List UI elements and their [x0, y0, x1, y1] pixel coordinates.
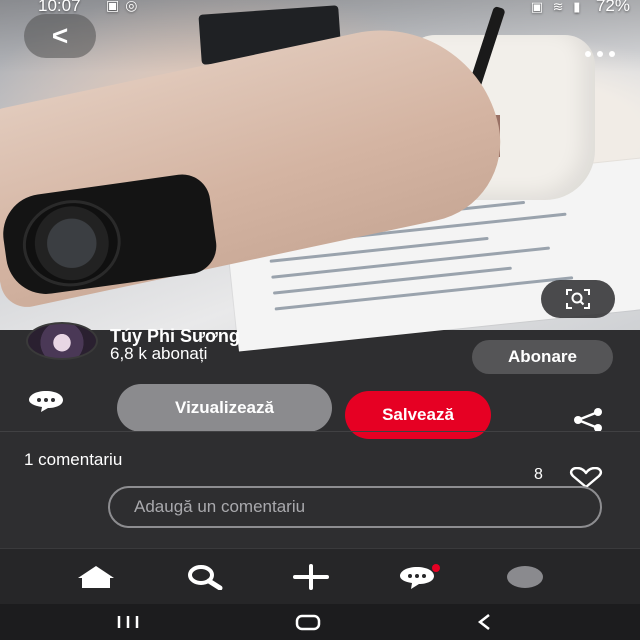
- status-bar: 10:07 ▣◎ ▣ ≋ ▮ 72%: [0, 0, 640, 18]
- whatsapp-icon: ◎: [125, 0, 144, 13]
- more-horizontal-icon: [582, 51, 618, 57]
- share-icon: [574, 408, 602, 432]
- notification-icons: ▣◎: [106, 0, 143, 14]
- tab-create[interactable]: [286, 555, 336, 599]
- status-right: ▣ ≋ ▮ 72%: [531, 0, 630, 16]
- visit-button[interactable]: Vizualizează: [117, 384, 332, 432]
- system-back-button[interactable]: [466, 608, 506, 636]
- pin-image[interactable]: [0, 0, 640, 352]
- comment-count[interactable]: 1 comentariu: [24, 450, 122, 470]
- follow-button[interactable]: Abonare: [472, 340, 613, 374]
- home-icon: [78, 566, 114, 588]
- lens-icon: [566, 289, 590, 309]
- battery-saver-icon: ▣: [530, 0, 547, 14]
- search-icon: [188, 565, 223, 590]
- chevron-left-icon: <: [51, 20, 69, 51]
- image-icon: ▣: [106, 0, 126, 13]
- home-pill-icon: [295, 614, 321, 631]
- likes-count: 8: [534, 466, 543, 483]
- notification-badge: [432, 564, 440, 572]
- recents-button[interactable]: [108, 608, 148, 636]
- tab-search[interactable]: [180, 555, 230, 599]
- system-status-icons: ▣ ≋ ▮: [531, 0, 590, 14]
- share-button[interactable]: [566, 402, 610, 438]
- system-nav-bar: [0, 604, 640, 640]
- add-comment-input[interactable]: [108, 486, 602, 528]
- back-button[interactable]: <: [24, 14, 96, 58]
- more-options-button[interactable]: [570, 36, 630, 72]
- creator-followers: 6,8 k abonați: [110, 344, 208, 363]
- profile-icon: [507, 566, 543, 588]
- comment-button[interactable]: [24, 388, 68, 414]
- battery-level: 72%: [595, 0, 630, 15]
- signal-icon: ▮: [573, 0, 584, 14]
- chat-icon: [400, 564, 440, 589]
- section-divider: [0, 431, 640, 432]
- creator-avatar[interactable]: [26, 322, 98, 360]
- tab-profile[interactable]: [500, 555, 550, 599]
- recents-icon: [117, 616, 139, 628]
- bottom-tab-bar: [0, 548, 640, 605]
- plus-icon: [293, 564, 329, 590]
- visual-search-button[interactable]: [541, 280, 615, 318]
- tab-messages[interactable]: [394, 555, 444, 599]
- system-home-button[interactable]: [288, 608, 328, 636]
- tab-home[interactable]: [71, 555, 121, 599]
- comment-bubble-icon: [29, 391, 63, 412]
- wifi-icon: ≋: [552, 0, 567, 14]
- back-chevron-icon: [477, 614, 490, 630]
